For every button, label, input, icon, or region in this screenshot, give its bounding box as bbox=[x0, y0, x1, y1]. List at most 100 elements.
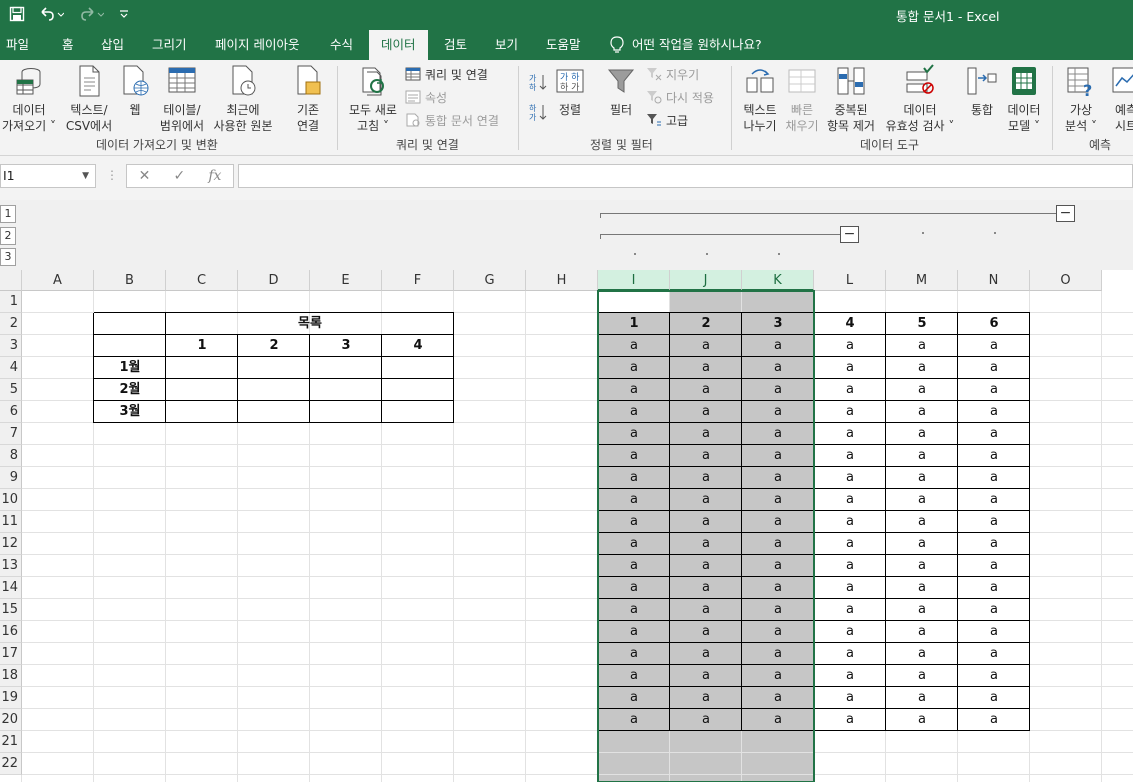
table2-cell[interactable]: a bbox=[958, 533, 1030, 555]
enter-icon[interactable]: ✓ bbox=[173, 168, 185, 184]
properties-button[interactable]: 속성 bbox=[405, 87, 447, 107]
row-header-11[interactable]: 11 bbox=[0, 511, 22, 533]
select-all-corner[interactable] bbox=[0, 270, 22, 291]
table2-cell[interactable]: a bbox=[670, 709, 742, 731]
from-table-button[interactable]: 테이블/ 범위에서 bbox=[156, 64, 208, 134]
table2-cell[interactable]: a bbox=[958, 709, 1030, 731]
table2-cell[interactable]: a bbox=[958, 445, 1030, 467]
row-header-3[interactable]: 3 bbox=[0, 335, 22, 357]
clear-filter-button[interactable]: 지우기 bbox=[646, 64, 699, 84]
table1-header-cell[interactable]: 4 bbox=[382, 335, 454, 357]
table2-cell[interactable]: a bbox=[598, 687, 670, 709]
table1-row-label[interactable]: 2월 bbox=[94, 379, 166, 401]
customize-icon[interactable] bbox=[116, 3, 132, 25]
table2-cell[interactable]: a bbox=[886, 467, 958, 489]
sort-descending-button[interactable]: 하가 bbox=[527, 102, 547, 122]
table2-cell[interactable]: a bbox=[598, 643, 670, 665]
column-header-e[interactable]: E bbox=[310, 270, 382, 291]
table2-cell[interactable]: a bbox=[886, 423, 958, 445]
column-header-j[interactable]: J bbox=[670, 270, 742, 291]
tab-home[interactable]: 홈 bbox=[62, 30, 74, 60]
table2-cell[interactable]: a bbox=[598, 555, 670, 577]
table2-cell[interactable]: a bbox=[598, 467, 670, 489]
table2-cell[interactable]: a bbox=[742, 643, 814, 665]
table2-cell[interactable]: a bbox=[958, 599, 1030, 621]
row-header-5[interactable]: 5 bbox=[0, 379, 22, 401]
table2-cell[interactable]: a bbox=[814, 335, 886, 357]
table2-cell[interactable]: a bbox=[958, 489, 1030, 511]
table2-cell[interactable]: a bbox=[958, 643, 1030, 665]
outline-level-3-button[interactable]: 3 bbox=[0, 248, 16, 266]
consolidate-button[interactable]: 통합 bbox=[964, 64, 1000, 118]
table1-header-cell[interactable]: 1 bbox=[166, 335, 238, 357]
row-header-2[interactable]: 2 bbox=[0, 313, 22, 335]
table2-cell[interactable]: a bbox=[742, 357, 814, 379]
table2-cell[interactable]: a bbox=[670, 555, 742, 577]
table2-cell[interactable]: a bbox=[886, 643, 958, 665]
row-header-14[interactable]: 14 bbox=[0, 577, 22, 599]
text-to-columns-button[interactable]: 텍스트 나누기 bbox=[738, 64, 782, 134]
table2-header-cell[interactable]: 6 bbox=[958, 313, 1030, 335]
outline-level-2-button[interactable]: 2 bbox=[0, 227, 16, 245]
table2-cell[interactable]: a bbox=[886, 335, 958, 357]
tab-page-layout[interactable]: 페이지 레이아웃 bbox=[215, 30, 299, 60]
table2-cell[interactable]: a bbox=[598, 709, 670, 731]
table2-cell[interactable]: a bbox=[814, 467, 886, 489]
table2-cell[interactable]: a bbox=[958, 335, 1030, 357]
table2-cell[interactable]: a bbox=[742, 423, 814, 445]
table2-cell[interactable]: a bbox=[742, 577, 814, 599]
table2-cell[interactable]: a bbox=[598, 577, 670, 599]
table2-cell[interactable]: a bbox=[742, 335, 814, 357]
table2-cell[interactable]: a bbox=[742, 665, 814, 687]
tab-insert[interactable]: 삽입 bbox=[101, 30, 124, 60]
row-header-20[interactable]: 20 bbox=[0, 709, 22, 731]
table2-cell[interactable]: a bbox=[814, 665, 886, 687]
table2-cell[interactable]: a bbox=[886, 489, 958, 511]
table2-cell[interactable]: a bbox=[670, 687, 742, 709]
row-header-12[interactable]: 12 bbox=[0, 533, 22, 555]
table1-title[interactable]: 목록 bbox=[166, 313, 454, 335]
table2-cell[interactable]: a bbox=[886, 379, 958, 401]
table2-cell[interactable]: a bbox=[814, 687, 886, 709]
table2-cell[interactable]: a bbox=[670, 467, 742, 489]
table2-cell[interactable]: a bbox=[814, 401, 886, 423]
name-box[interactable]: I1 ▼ bbox=[0, 164, 96, 188]
table2-cell[interactable]: a bbox=[670, 489, 742, 511]
table2-cell[interactable]: a bbox=[814, 709, 886, 731]
row-header-18[interactable]: 18 bbox=[0, 665, 22, 687]
table2-cell[interactable]: a bbox=[670, 643, 742, 665]
table2-header-cell[interactable]: 3 bbox=[742, 313, 814, 335]
row-header-10[interactable]: 10 bbox=[0, 489, 22, 511]
sort-ascending-button[interactable]: 가하 bbox=[527, 72, 547, 92]
table2-cell[interactable]: a bbox=[886, 621, 958, 643]
data-model-button[interactable]: 데이터 모델 ˅ bbox=[1003, 64, 1045, 134]
row-header-22[interactable]: 22 bbox=[0, 753, 22, 775]
tab-help[interactable]: 도움말 bbox=[546, 30, 581, 60]
table2-cell[interactable]: a bbox=[670, 445, 742, 467]
table2-cell[interactable]: a bbox=[886, 687, 958, 709]
table2-cell[interactable]: a bbox=[598, 335, 670, 357]
table2-cell[interactable]: a bbox=[670, 379, 742, 401]
worksheet-grid[interactable]: A B C D E F G H I J K L M N O 1 2 3 4 5 6 7 8 9 10 11 12 13 14 15 16 17… bbox=[0, 270, 1133, 782]
column-header-n[interactable]: N bbox=[958, 270, 1030, 291]
table1-row-label[interactable]: 3월 bbox=[94, 401, 166, 423]
table2-cell[interactable]: a bbox=[886, 357, 958, 379]
edit-links-button[interactable]: 통합 문서 연결 bbox=[405, 110, 499, 130]
column-header-f[interactable]: F bbox=[382, 270, 454, 291]
table2-cell[interactable]: a bbox=[598, 401, 670, 423]
table2-header-cell[interactable]: 5 bbox=[886, 313, 958, 335]
table2-cell[interactable]: a bbox=[742, 379, 814, 401]
save-icon[interactable] bbox=[6, 3, 28, 25]
table2-cell[interactable]: a bbox=[742, 687, 814, 709]
table2-cell[interactable]: a bbox=[598, 621, 670, 643]
from-text-csv-button[interactable]: 텍스트/ CSV에서 bbox=[62, 64, 116, 134]
column-header-l[interactable]: L bbox=[814, 270, 886, 291]
table2-header-cell[interactable]: 2 bbox=[670, 313, 742, 335]
table2-cell[interactable]: a bbox=[958, 665, 1030, 687]
recent-sources-button[interactable]: 최근에 사용한 원본 bbox=[210, 64, 276, 134]
row-header-6[interactable]: 6 bbox=[0, 401, 22, 423]
tab-draw[interactable]: 그리기 bbox=[152, 30, 187, 60]
table2-cell[interactable]: a bbox=[598, 423, 670, 445]
row-header-13[interactable]: 13 bbox=[0, 555, 22, 577]
table2-cell[interactable]: a bbox=[814, 621, 886, 643]
